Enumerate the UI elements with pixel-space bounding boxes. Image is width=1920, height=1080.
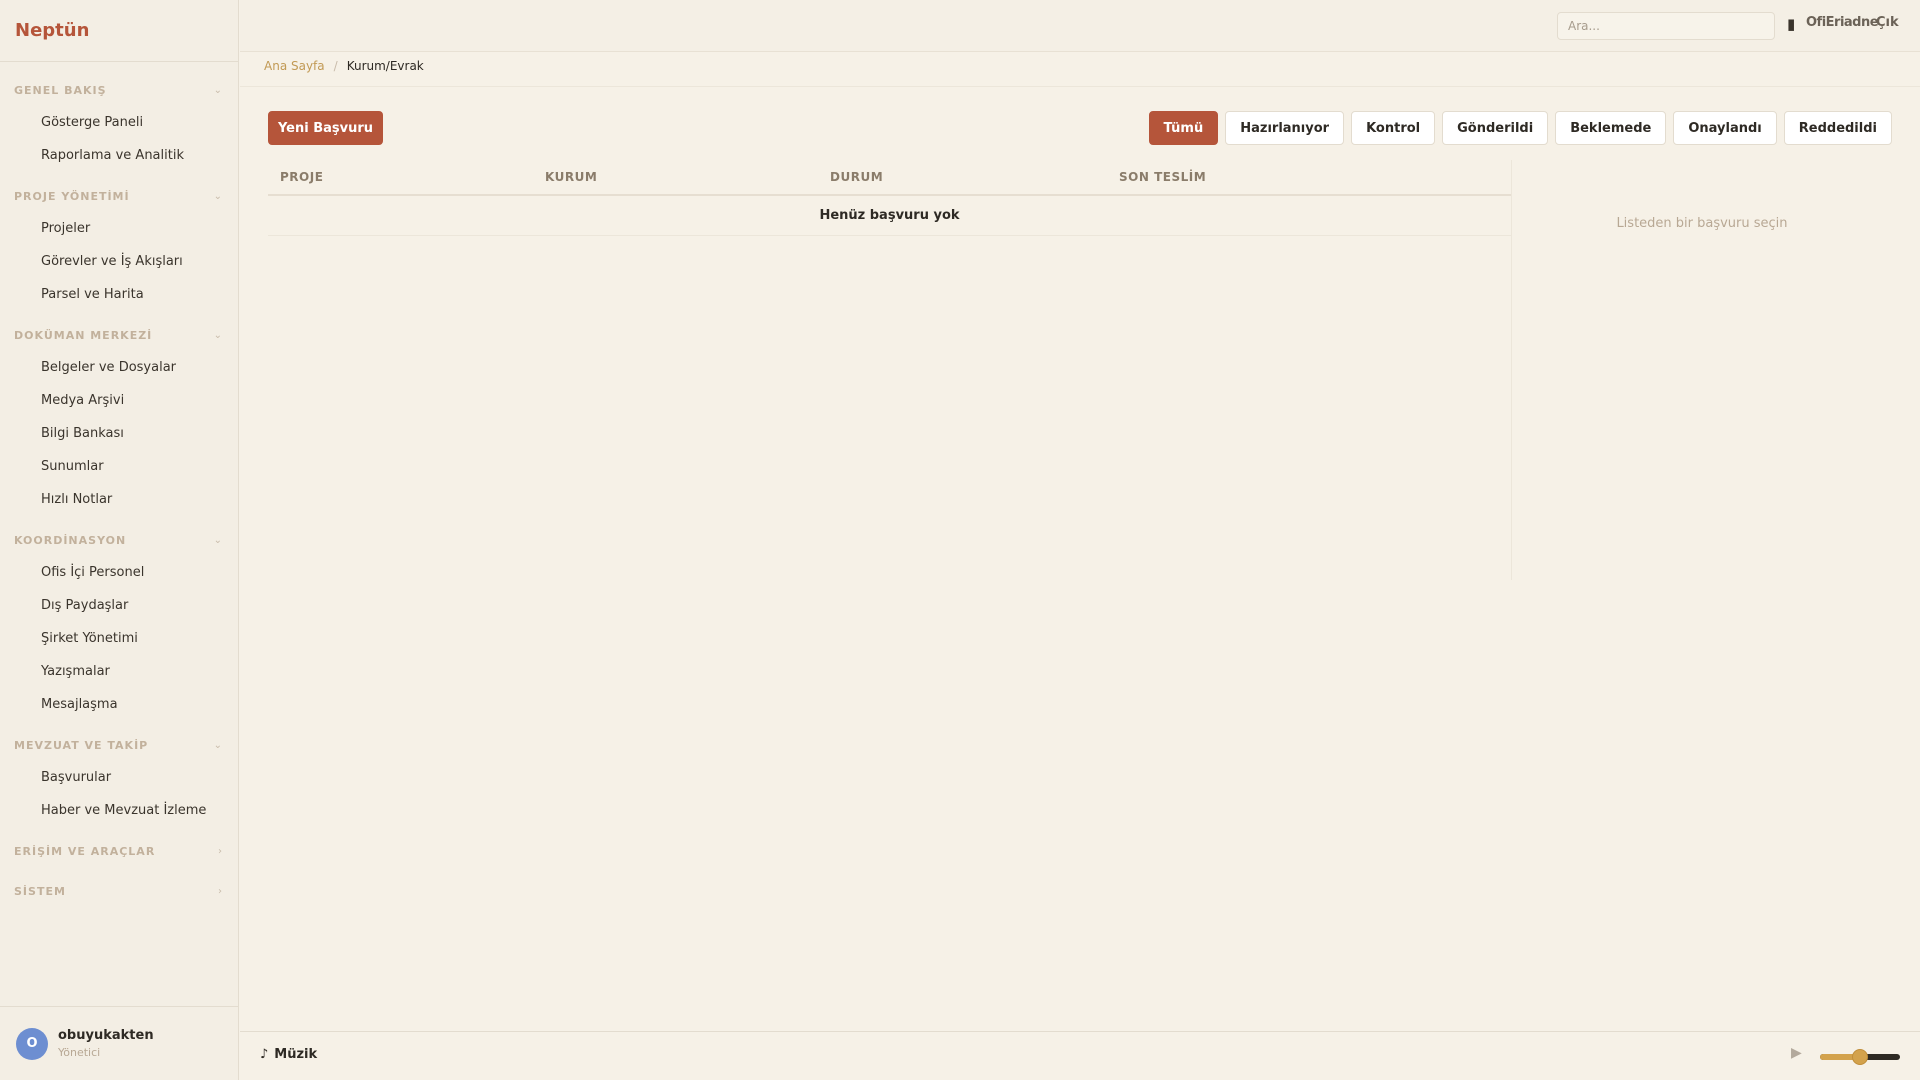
sidebar-item-parsel-ve-harita[interactable]: Parsel ve Harita [0,278,238,311]
user-info: obuyukakten Yönetici [58,1028,154,1059]
brand[interactable]: Neptün [0,0,238,62]
sidebar-section-dokuman-merkezi[interactable]: DOKÜMAN MERKEZİ ⌄ [0,319,238,351]
sidebar-item-yazismalar[interactable]: Yazışmalar [0,655,238,688]
play-icon[interactable]: ▶ [1791,1045,1802,1061]
sidebar-section-genel-bakis[interactable]: GENEL BAKIŞ ⌄ [0,74,238,106]
chevron-down-icon[interactable]: ⌄ [214,535,222,546]
detail-panel-hint: Listeden bir başvuru seçin [1616,216,1788,231]
sidebar-section-sistem[interactable]: SİSTEM › [0,875,238,907]
sidebar-item-belgeler-ve-dosyalar[interactable]: Belgeler ve Dosyalar [0,351,238,384]
chevron-down-icon[interactable]: ⌄ [214,191,222,202]
music-player-bar: ♪ Müzik ▶ [240,1031,1920,1080]
breadcrumb-divider [240,86,1920,87]
filter-tumu-button[interactable]: Tümü [1148,111,1219,145]
sidebar-section-label: PROJE YÖNETİMİ [14,189,130,203]
music-note-icon: ♪ [260,1047,269,1062]
sidebar-item-basvurular[interactable]: Başvurular [0,761,238,794]
sidebar-item-sunumlar[interactable]: Sunumlar [0,450,238,483]
search-input[interactable] [1557,12,1775,40]
notification-icon[interactable]: ▮ [1787,15,1795,33]
sidebar-section-label: KOORDİNASYON [14,533,127,547]
sidebar-item-raporlama-ve-analitik[interactable]: Raporlama ve Analitik [0,139,238,172]
sidebar-item-hizli-notlar[interactable]: Hızlı Notlar [0,483,238,516]
table-header: PROJE KURUM DURUM SON TESLİM [268,160,1511,196]
chevron-down-icon[interactable]: ⌄ [214,85,222,96]
chevron-right-icon[interactable]: › [218,846,222,857]
user-name: obuyukakten [58,1028,154,1043]
topbar-user-label[interactable]: OfiEriadne [1806,15,1879,30]
breadcrumb-home-link[interactable]: Ana Sayfa [264,59,325,73]
filter-hazirlaniyor-button[interactable]: Hazırlanıyor [1225,111,1345,145]
column-header-son-teslim[interactable]: SON TESLİM [1107,170,1511,184]
table-empty-state: Henüz başvuru yok [268,196,1511,236]
sidebar-section-koordinasyon[interactable]: KOORDİNASYON ⌄ [0,524,238,556]
sidebar-section-label: SİSTEM [14,884,66,898]
sidebar-section-mevzuat-ve-takip[interactable]: MEVZUAT VE TAKİP ⌄ [0,729,238,761]
sidebar-section-label: ERİŞİM VE ARAÇLAR [14,844,156,858]
sidebar-item-haber-ve-mevzuat-izleme[interactable]: Haber ve Mevzuat İzleme [0,794,238,827]
sidebar-section-label: GENEL BAKIŞ [14,83,107,97]
sidebar-nav: GENEL BAKIŞ ⌄ Gösterge Paneli Raporlama ve … [0,62,238,907]
chevron-right-icon[interactable]: › [218,886,222,897]
status-filter-group: Tümü Hazırlanıyor Kontrol Gönderildi Bekleme… [1148,111,1892,145]
breadcrumb-separator: / [333,59,338,73]
filter-gonderildi-button[interactable]: Gönderildi [1442,111,1549,145]
new-application-button[interactable]: Yeni Başvuru [268,111,383,145]
volume-slider-thumb[interactable] [1852,1049,1868,1065]
sidebar-section-proje-yonetimi[interactable]: PROJE YÖNETİMİ ⌄ [0,180,238,212]
sidebar-item-bilgi-bankasi[interactable]: Bilgi Bankası [0,417,238,450]
sidebar-item-gorevler-ve-is-akislari[interactable]: Görevler ve İş Akışları [0,245,238,278]
column-header-proje[interactable]: PROJE [268,170,533,184]
applications-table: PROJE KURUM DURUM SON TESLİM Henüz başvuru … [268,160,1511,236]
sidebar-item-ofis-ici-personel[interactable]: Ofis İçi Personel [0,556,238,589]
filter-kontrol-button[interactable]: Kontrol [1351,111,1436,145]
sidebar-item-dis-paydaslar[interactable]: Dış Paydaşlar [0,589,238,622]
filter-onaylandi-button[interactable]: Onaylandı [1673,111,1777,145]
sidebar-item-gosterge-paneli[interactable]: Gösterge Paneli [0,106,238,139]
sidebar-section-label: DOKÜMAN MERKEZİ [14,328,153,342]
brand-logo-text[interactable]: Neptün [15,20,89,41]
sidebar: Neptün GENEL BAKIŞ ⌄ Gösterge Paneli Raporl… [0,0,239,1080]
user-profile[interactable]: O obuyukakten Yönetici [0,1006,239,1080]
sidebar-item-medya-arsivi[interactable]: Medya Arşivi [0,384,238,417]
filter-beklemede-button[interactable]: Beklemede [1555,111,1667,145]
sidebar-section-erisim-ve-araclar[interactable]: ERİŞİM VE ARAÇLAR › [0,835,238,867]
breadcrumb: Ana Sayfa / Kurum/Evrak [264,59,424,73]
user-role: Yönetici [58,1046,101,1059]
sidebar-item-projeler[interactable]: Projeler [0,212,238,245]
column-header-kurum[interactable]: KURUM [533,170,818,184]
music-toggle[interactable]: ♪ Müzik [260,1047,317,1062]
logout-link[interactable]: Çık [1876,15,1899,30]
avatar[interactable]: O [16,1027,48,1060]
sidebar-section-label: MEVZUAT VE TAKİP [14,738,149,752]
breadcrumb-current: Kurum/Evrak [346,59,424,73]
music-label: Müzik [274,1047,318,1062]
sidebar-item-sirket-yonetimi[interactable]: Şirket Yönetimi [0,622,238,655]
sidebar-item-mesajlasma[interactable]: Mesajlaşma [0,688,238,721]
chevron-down-icon[interactable]: ⌄ [214,740,222,751]
column-header-durum[interactable]: DURUM [818,170,1107,184]
filter-reddedildi-button[interactable]: Reddedildi [1783,111,1892,145]
chevron-down-icon[interactable]: ⌄ [214,330,222,341]
volume-slider[interactable] [1820,1049,1900,1065]
top-bar: ▮ OfiEriadne Çık [240,0,1920,52]
